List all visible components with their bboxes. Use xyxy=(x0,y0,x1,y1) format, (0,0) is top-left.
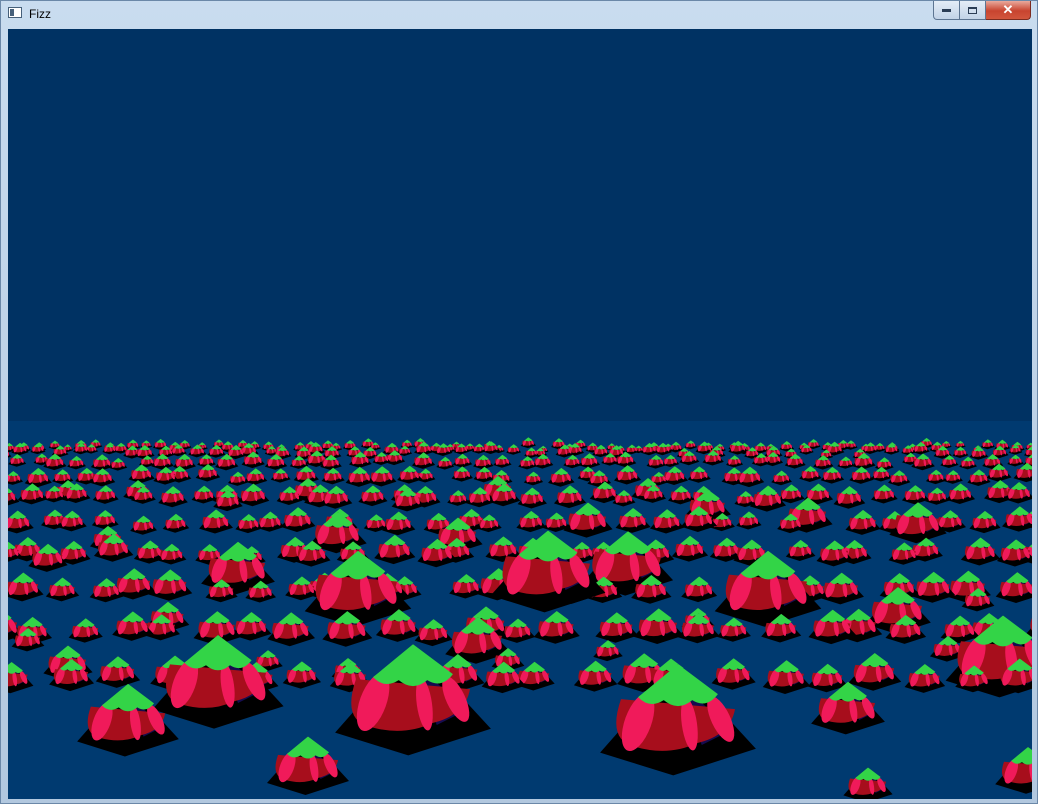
app-window-icon[interactable] xyxy=(8,7,22,18)
app-window: Fizz ✕ xyxy=(0,0,1038,804)
minimize-icon xyxy=(942,9,951,12)
minimize-button[interactable] xyxy=(933,1,960,20)
render-viewport[interactable] xyxy=(8,29,1032,799)
close-icon: ✕ xyxy=(1002,2,1014,17)
window-title: Fizz xyxy=(29,7,51,21)
maximize-button[interactable] xyxy=(960,1,986,20)
close-button[interactable]: ✕ xyxy=(986,1,1031,20)
pyramid-field-scene xyxy=(8,29,1032,799)
window-controls: ✕ xyxy=(933,1,1031,20)
maximize-icon xyxy=(968,6,977,14)
title-bar[interactable]: Fizz ✕ xyxy=(1,1,1037,27)
